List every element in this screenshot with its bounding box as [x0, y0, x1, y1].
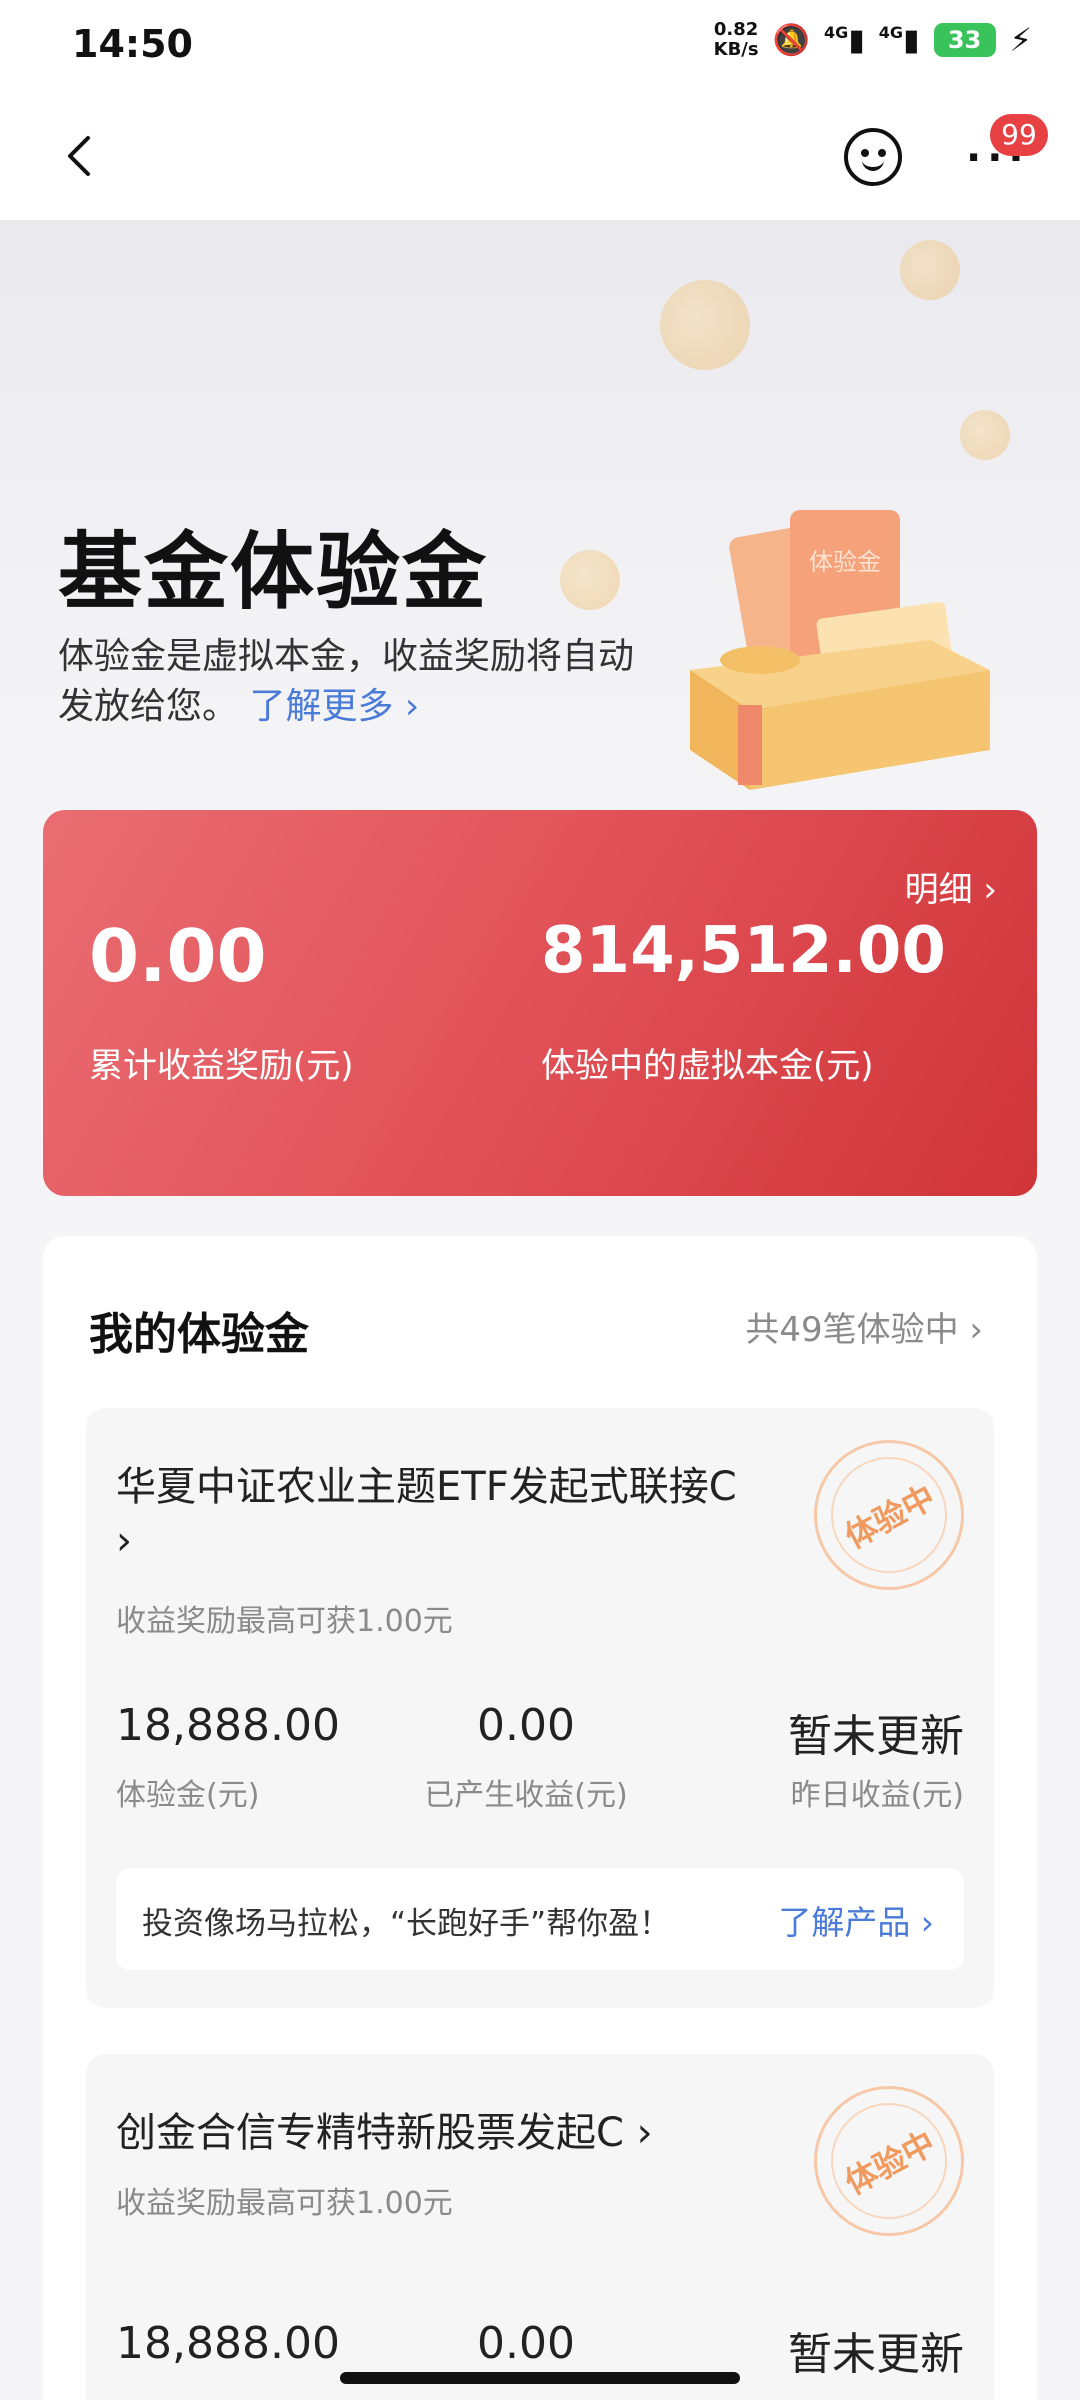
- yesterday-label: 昨日收益(元): [790, 1778, 964, 1813]
- nav-bar: ··· 99: [0, 92, 1080, 220]
- fund-name[interactable]: 创金合信专精特新股票发起C ›: [116, 2106, 756, 2160]
- earned-value: 0.00: [477, 2318, 575, 2369]
- status-icons: 0.82 KB/s 🔕 4G▮ 4G▮ 33 ⚡: [714, 20, 1032, 60]
- cumulative-reward-value: 0.00: [89, 914, 267, 998]
- promo-banner: 投资像场马拉松，“长跑好手”帮你盈！ 了解产品 ›: [116, 1868, 964, 1970]
- section-title: 我的体验金: [89, 1309, 309, 1360]
- smile-mouth: [862, 159, 884, 171]
- home-indicator[interactable]: [340, 2372, 740, 2384]
- stamp-text: 体验中: [838, 1477, 942, 1557]
- mute-icon: 🔕: [772, 22, 810, 58]
- detail-link[interactable]: 明细 ›: [905, 862, 997, 911]
- signal-icon: 4G▮: [823, 22, 865, 58]
- net-speed-value: 0.82: [713, 19, 759, 40]
- summary-card: 明细 › 0.00 累计收益奖励(元) 814,512.00 体验中的虚拟本金(…: [43, 810, 1037, 1196]
- experience-amount-value: 18,888.00: [116, 1700, 340, 1751]
- stamp-inner-ring: 体验中: [831, 1457, 947, 1573]
- yesterday-value: 暂未更新: [788, 2329, 964, 2380]
- status-time: 14:50: [72, 22, 193, 66]
- smile-icon[interactable]: [844, 128, 902, 186]
- decor-coin: [560, 550, 620, 610]
- net-speed-unit: KB/s: [713, 39, 759, 60]
- yesterday-value: 暂未更新: [788, 1711, 964, 1762]
- virtual-principal-label: 体验中的虚拟本金(元): [541, 1046, 874, 1086]
- notification-badge: 99: [990, 114, 1048, 156]
- my-experience-section: 我的体验金 共49笔体验中 › 华夏中证农业主题ETF发起式联接C › 收益奖励…: [43, 1236, 1037, 2400]
- decor-coin: [960, 410, 1010, 460]
- cumulative-reward-label: 累计收益奖励(元): [89, 1046, 354, 1086]
- experience-count-link[interactable]: 共49笔体验中 ›: [745, 1302, 983, 1351]
- hero-description: 体验金是虚拟本金，收益奖励将自动发放给您。 了解更多 ›: [58, 632, 638, 732]
- decor-coin: [660, 280, 750, 370]
- signal-icon-2: 4G▮: [878, 22, 920, 58]
- battery-indicator: 33: [933, 23, 996, 57]
- stamp-text: 体验中: [838, 2123, 942, 2203]
- learn-more-link[interactable]: 了解更多 ›: [249, 686, 419, 727]
- status-bar: 14:50 0.82 KB/s 🔕 4G▮ 4G▮ 33 ⚡: [0, 0, 1080, 92]
- promo-text: 投资像场马拉松，“长跑好手”帮你盈！: [142, 1906, 671, 1942]
- charging-icon: ⚡: [1009, 21, 1032, 59]
- earned-value: 0.00: [477, 1700, 575, 1751]
- network-speed: 0.82 KB/s: [714, 20, 759, 60]
- virtual-principal-value: 814,512.00: [541, 914, 946, 988]
- gift-box-illustration: 体验金: [690, 510, 990, 790]
- back-icon[interactable]: [58, 132, 106, 180]
- gift-ticket-label: 体验金: [809, 548, 881, 576]
- fund-name[interactable]: 华夏中证农业主题ETF发起式联接C ›: [116, 1460, 756, 1568]
- in-experience-stamp: 体验中: [814, 1440, 964, 1590]
- experience-amount-value: 18,888.00: [116, 2318, 340, 2369]
- decor-coin: [900, 240, 960, 300]
- signal1-label: 4G: [823, 22, 849, 42]
- fund-card[interactable]: 华夏中证农业主题ETF发起式联接C › 收益奖励最高可获1.00元 体验中 18…: [86, 1408, 994, 2008]
- signal2-label: 4G: [878, 22, 904, 42]
- page-title: 基金体验金: [58, 523, 489, 621]
- stamp-inner-ring: 体验中: [831, 2103, 947, 2219]
- learn-product-link[interactable]: 了解产品 ›: [778, 1896, 934, 1944]
- fund-reward-hint: 收益奖励最高可获1.00元: [116, 2186, 453, 2221]
- in-experience-stamp: 体验中: [814, 2086, 964, 2236]
- earned-label: 已产生收益(元): [424, 1778, 628, 1813]
- fund-reward-hint: 收益奖励最高可获1.00元: [116, 1604, 453, 1639]
- fund-card[interactable]: 创金合信专精特新股票发起C › 收益奖励最高可获1.00元 体验中 18,888…: [86, 2054, 994, 2400]
- experience-amount-label: 体验金(元): [116, 1778, 260, 1813]
